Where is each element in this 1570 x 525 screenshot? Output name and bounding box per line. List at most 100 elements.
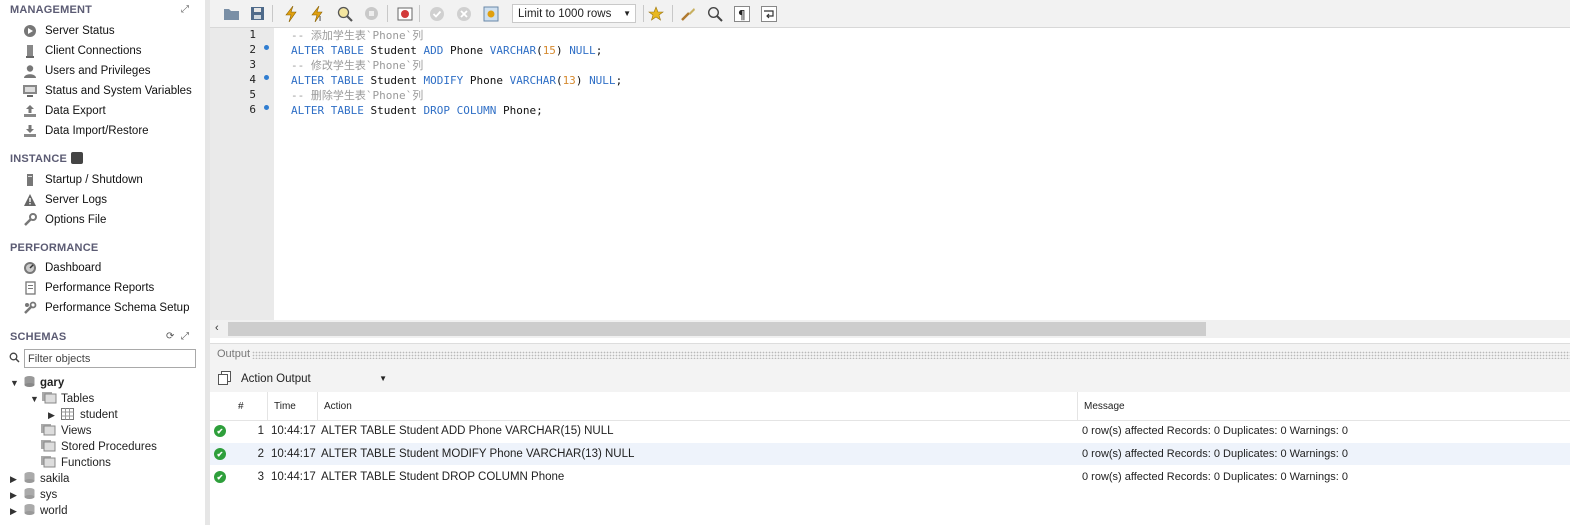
column-header-number[interactable]: # [232, 392, 268, 420]
refresh-icon[interactable]: ⟳ [166, 331, 174, 342]
row-action: ALTER TABLE Student ADD Phone VARCHAR(15… [321, 425, 614, 437]
nav-users-privileges[interactable]: Users and Privileges [22, 61, 150, 81]
expand-icon[interactable]: ⤢ [181, 4, 189, 15]
performance-section-title: PERFORMANCE [10, 242, 99, 254]
find-icon[interactable] [705, 4, 724, 23]
sql-editor[interactable]: 1 2 3 4 5 6 -- 添加学生表`Phone`列 ALTER TABLE… [210, 28, 1570, 320]
wrench-icon [22, 212, 38, 228]
grid-header: # Time Action Message [210, 392, 1570, 421]
nav-options-file[interactable]: Options File [22, 210, 106, 230]
output-panel-header: Output [210, 343, 1570, 366]
beautify-brush-icon[interactable] [678, 4, 697, 23]
nav-client-connections[interactable]: Client Connections [22, 41, 142, 61]
open-folder-icon[interactable] [222, 4, 241, 23]
scroll-left-icon[interactable]: ‹ [215, 322, 219, 334]
tree-views[interactable]: Views [40, 423, 91, 439]
word-wrap-icon[interactable] [759, 4, 778, 23]
tree-label: Tables [61, 393, 95, 405]
row-message: 0 row(s) affected Records: 0 Duplicates:… [1082, 425, 1348, 437]
nav-data-import[interactable]: Data Import/Restore [22, 121, 149, 141]
row-action: ALTER TABLE Student MODIFY Phone VARCHAR… [321, 448, 635, 460]
nav-startup-shutdown[interactable]: Startup / Shutdown [22, 170, 143, 190]
column-header-action[interactable]: Action [318, 392, 1078, 420]
table-row[interactable]: ✔ 2 10:44:17 ALTER TABLE Student MODIFY … [210, 443, 1570, 465]
expand-arrow-icon[interactable]: ▶ [10, 506, 20, 517]
line-number-gutter [210, 28, 274, 320]
column-header-message[interactable]: Message [1078, 392, 1570, 420]
output-type-select[interactable]: Action Output ▼ [237, 369, 391, 388]
stop-icon[interactable] [362, 4, 381, 23]
code-number: 13 [562, 74, 576, 87]
server-icon [22, 172, 38, 188]
schema-name: sakila [40, 473, 70, 485]
nav-label: Startup / Shutdown [45, 174, 143, 186]
editor-horizontal-scrollbar[interactable]: ‹ [210, 320, 1570, 338]
schema-gary[interactable]: ▼ gary [10, 375, 64, 391]
column-header-time[interactable]: Time [268, 392, 318, 420]
collapse-arrow-icon[interactable]: ▼ [10, 378, 20, 388]
nav-status-variables[interactable]: Status and System Variables [22, 81, 192, 101]
scrollbar-thumb[interactable] [228, 322, 1206, 336]
rollback-icon[interactable] [454, 4, 473, 23]
table-row[interactable]: ✔ 1 10:44:17 ALTER TABLE Student ADD Pho… [210, 420, 1570, 442]
execute-current-icon[interactable]: I [308, 4, 327, 23]
limit-rows-select[interactable]: Limit to 1000 rows ▼ [512, 4, 636, 23]
copy-icon[interactable] [218, 371, 231, 388]
dropdown-arrow-icon: ▼ [623, 9, 631, 18]
schema-sys[interactable]: ▶ sys [10, 487, 57, 503]
filter-objects-input[interactable] [24, 349, 196, 368]
output-type-value: Action Output [241, 372, 311, 385]
row-number: 3 [257, 471, 264, 483]
nav-label: Server Status [45, 25, 115, 37]
nav-label: Dashboard [45, 262, 102, 274]
panel-grip[interactable] [252, 351, 1570, 359]
nav-performance-reports[interactable]: Performance Reports [22, 278, 154, 298]
schemas-section-title: SCHEMAS [10, 331, 67, 343]
tree-table-student[interactable]: ▶ student [48, 407, 118, 423]
tree-tables[interactable]: ▼ Tables [30, 391, 94, 407]
display-icon [22, 83, 38, 99]
schema-world[interactable]: ▶ world [10, 503, 67, 519]
folder-procedures-icon [40, 439, 56, 455]
expand-icon[interactable]: ⤢ [181, 331, 189, 342]
table-row[interactable]: ✔ 3 10:44:17 ALTER TABLE Student DROP CO… [210, 466, 1570, 488]
toggle-continue-on-error-icon[interactable] [395, 4, 414, 23]
schema-name: sys [40, 489, 58, 501]
line-number: 6 [249, 103, 256, 116]
code-identifier: Student [363, 104, 424, 117]
autocommit-icon[interactable] [481, 4, 500, 23]
add-snippet-star-icon[interactable] [647, 4, 666, 23]
report-icon [22, 280, 38, 296]
commit-icon[interactable] [427, 4, 446, 23]
nav-label: Performance Schema Setup [45, 302, 190, 314]
tree-functions[interactable]: Functions [40, 455, 111, 471]
code-line-2: ALTER TABLE Student ADD Phone VARCHAR(15… [291, 43, 602, 58]
statement-marker-icon [264, 45, 269, 50]
collapse-arrow-icon[interactable]: ▼ [30, 394, 40, 404]
nav-dashboard[interactable]: Dashboard [22, 258, 101, 278]
sql-editor-toolbar: I Limit to 1000 rows ▼ ¶ [210, 0, 1570, 28]
folder-functions-icon [40, 455, 56, 471]
schema-sakila[interactable]: ▶ sakila [10, 471, 69, 487]
nav-data-export[interactable]: Data Export [22, 101, 106, 121]
nav-server-status[interactable]: Server Status [22, 21, 115, 41]
explain-icon[interactable] [335, 4, 354, 23]
nav-server-logs[interactable]: Server Logs [22, 190, 107, 210]
play-circle-icon [22, 23, 38, 39]
save-icon[interactable] [248, 4, 267, 23]
row-number: 1 [257, 425, 264, 437]
nav-performance-schema-setup[interactable]: Performance Schema Setup [22, 298, 189, 318]
schema-name: world [40, 505, 68, 517]
search-icon [9, 352, 20, 366]
nav-label: Users and Privileges [45, 65, 151, 77]
expand-arrow-icon[interactable]: ▶ [10, 490, 20, 501]
nav-label: Client Connections [45, 45, 142, 57]
execute-icon[interactable] [281, 4, 300, 23]
action-output-grid: # Time Action Message ✔ 1 10:44:17 ALTER… [210, 392, 1570, 525]
expand-arrow-icon[interactable]: ▶ [48, 410, 58, 421]
row-time: 10:44:17 [271, 448, 316, 460]
code-keyword: ADD [423, 44, 444, 57]
expand-arrow-icon[interactable]: ▶ [10, 474, 20, 485]
invisible-chars-icon[interactable]: ¶ [732, 4, 751, 23]
tree-stored-procedures[interactable]: Stored Procedures [40, 439, 157, 455]
